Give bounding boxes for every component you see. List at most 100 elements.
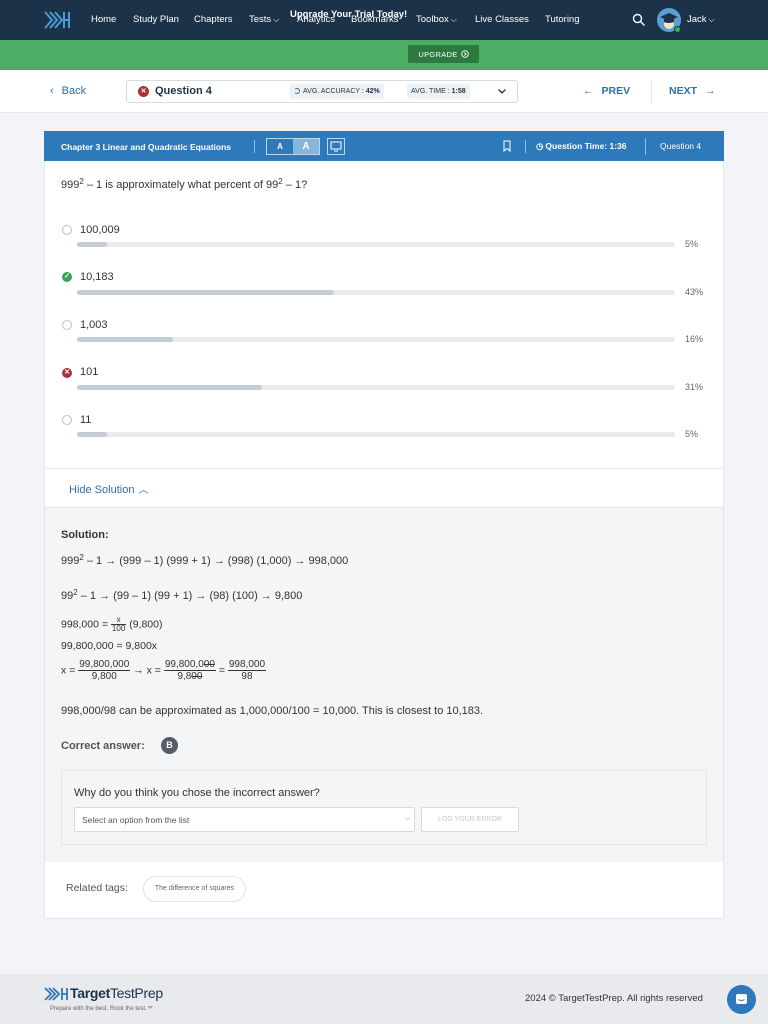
question-title: Question 4 (155, 85, 212, 97)
correct-check-icon[interactable]: ✓ (62, 272, 72, 282)
back-button[interactable]: ‹ Back (50, 85, 86, 97)
divider (45, 468, 723, 469)
math-text: (9,800) (126, 618, 163, 631)
fraction: 99,800,000 9,800 (163, 659, 216, 682)
fullscreen-button[interactable] (327, 138, 345, 155)
math-text: = (215, 664, 228, 677)
wrong-x-icon[interactable]: ✕ (62, 368, 72, 378)
chevron-down-icon: ⌵ (405, 815, 411, 822)
chevron-down-icon: ⌵ (450, 15, 457, 24)
tag-pill[interactable]: The difference of squares (143, 876, 246, 902)
struck-zeros: 00 (203, 659, 215, 670)
back-label: Back (61, 85, 87, 97)
option-percent: 43% (685, 287, 704, 297)
question-timer: ◷ Question Time: 1:36 (536, 141, 627, 152)
upgrade-button[interactable]: UPGRADE (408, 45, 479, 63)
prev-label: PREV (601, 85, 631, 97)
nav-toolbox[interactable]: Toolbox ⌵ (416, 14, 457, 25)
nav-live-classes[interactable]: Live Classes (475, 14, 529, 25)
footer-tagline: Prepare with the best. Rock the test.™ (50, 1006, 153, 1012)
nav-tutoring[interactable]: Tutoring (545, 14, 580, 25)
solution-title: Solution: (61, 529, 109, 541)
math-text: → x = (130, 664, 164, 677)
accuracy-value: 42% (365, 88, 380, 95)
option-bar (77, 432, 675, 437)
option-bar-fill (77, 432, 107, 437)
user-name: Jack (687, 14, 707, 25)
option-bar (77, 242, 675, 247)
divider (645, 138, 646, 155)
bookmark-icon[interactable] (502, 140, 512, 152)
stem-part: – 1? (282, 179, 308, 191)
math-text: 99 (61, 590, 74, 602)
math-text: 999 (61, 555, 80, 567)
divider (525, 140, 526, 153)
question-number: Question 4 (660, 141, 702, 151)
option-radio[interactable] (62, 415, 72, 425)
denominator-text: 9,8 (177, 671, 192, 682)
option-bar-fill (77, 337, 173, 342)
hide-solution-label: Hide Solution (69, 484, 135, 496)
option-bar-fill (77, 290, 335, 295)
option-radio[interactable] (62, 225, 72, 235)
avg-accuracy-badge: AVG. ACCURACY : 42% (290, 84, 384, 99)
logo-icon[interactable] (44, 10, 70, 30)
arrow-circle-icon (460, 50, 469, 58)
fraction: x 100 (110, 616, 127, 633)
nav-tests[interactable]: Tests ⌵ (249, 14, 279, 25)
fraction: 99,800,000 9,800 (78, 659, 131, 682)
brand-light: TestPrep (109, 985, 163, 1001)
option-label[interactable]: 101 (80, 366, 98, 378)
nav-chapters[interactable]: Chapters (194, 14, 233, 25)
divider (651, 80, 652, 103)
upgrade-button-label: UPGRADE (418, 49, 458, 59)
solution-line: 998,000 = x 100 (9,800) (61, 616, 162, 633)
log-error-button[interactable]: LOG YOUR ERROR (421, 807, 519, 832)
next-label: NEXT (669, 85, 698, 97)
option-percent: 5% (685, 429, 699, 439)
footer-brand: TargetTestPrep (70, 985, 163, 1001)
font-size-toggle: A A (266, 138, 320, 155)
option-label[interactable]: 10,183 (80, 271, 114, 283)
chat-icon (736, 994, 747, 1004)
banner-text: Upgrade Your Trial Today! (290, 9, 408, 20)
clock-icon: ◷ (536, 141, 544, 151)
chevron-down-icon: ⌵ (273, 15, 280, 24)
related-tags-label: Related tags: (66, 882, 128, 894)
stem-part: 999 (61, 179, 80, 191)
option-label[interactable]: 1,003 (80, 319, 108, 331)
logo-icon[interactable] (44, 986, 68, 1002)
nav-study-plan[interactable]: Study Plan (133, 14, 179, 25)
solution-line: 992 – 1 → (99 – 1) (99 + 1) → (98) (100)… (61, 588, 302, 602)
option-bar (77, 385, 675, 390)
denominator: 98 (241, 671, 253, 682)
time-value: 1:58 (451, 88, 466, 95)
accuracy-label: AVG. ACCURACY : (303, 88, 364, 95)
nav-home[interactable]: Home (91, 14, 116, 25)
next-button[interactable]: NEXT → (669, 85, 716, 97)
solution-line: 99,800,000 = 9,800x (61, 640, 158, 652)
prev-button[interactable]: ← PREV (583, 85, 630, 97)
option-label[interactable]: 11 (80, 414, 91, 426)
font-large-button[interactable]: A (293, 139, 319, 154)
arrow-left-icon: ← (583, 85, 594, 97)
font-small-button[interactable]: A (267, 139, 293, 154)
user-menu[interactable]: Jack ⌵ (687, 14, 715, 25)
hide-solution-toggle[interactable]: Hide Solution ︿ (69, 481, 148, 496)
avg-time-badge: AVG. TIME : 1:58 (407, 84, 470, 99)
brand-bold: Target (70, 985, 110, 1001)
denominator: 100 (111, 624, 126, 633)
option-label[interactable]: 100,009 (80, 224, 120, 236)
math-text: – 1 → (999 – 1) (999 + 1) → (998) (1,000… (83, 555, 349, 567)
option-radio[interactable] (62, 320, 72, 330)
search-icon[interactable] (632, 13, 646, 27)
struck-zeros: 00 (191, 671, 203, 682)
chevron-up-icon: ︿ (138, 485, 149, 496)
option-bar (77, 337, 675, 342)
chat-button[interactable] (727, 985, 756, 1014)
math-text: x = (61, 664, 79, 677)
error-reason-placeholder: Select an option from the list (82, 815, 190, 825)
option-bar-fill (77, 242, 107, 247)
solution-line: 9992 – 1 → (999 – 1) (999 + 1) → (998) (… (61, 553, 348, 567)
chevron-down-icon[interactable] (497, 86, 507, 96)
